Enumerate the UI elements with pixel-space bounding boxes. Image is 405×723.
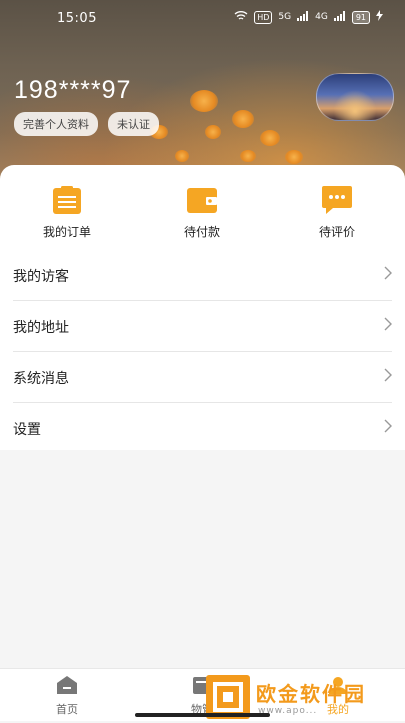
- profile-tags: 完善个人资料 未认证: [14, 112, 159, 136]
- complete-profile-tag[interactable]: 完善个人资料: [14, 112, 98, 136]
- wallet-icon: [187, 188, 217, 213]
- order-shortcut-unpaid[interactable]: 待付款: [157, 185, 247, 240]
- nav-tab-home[interactable]: 首页: [37, 675, 97, 717]
- verification-tag[interactable]: 未认证: [108, 112, 159, 136]
- home-icon: [57, 676, 77, 694]
- status-bar: 15:05 HD 5G 4G 91: [0, 0, 405, 38]
- home-indicator: [135, 713, 270, 717]
- order-shortcuts: 我的订单 待付款 待评价: [0, 185, 405, 245]
- signal-icon: [297, 10, 309, 24]
- charging-icon: [376, 10, 383, 24]
- status-time: 15:05: [57, 11, 97, 26]
- signal-5g-label: 5G: [278, 12, 292, 22]
- chevron-right-icon: [384, 419, 392, 433]
- menu-item-settings[interactable]: 设置: [13, 403, 392, 453]
- menu-item-label: 设置: [13, 422, 41, 438]
- order-shortcut-review[interactable]: 待评价: [292, 185, 382, 240]
- chevron-right-icon: [384, 266, 392, 280]
- menu-item-address[interactable]: 我的地址: [13, 301, 392, 352]
- nav-tab-label: 首页: [56, 703, 78, 716]
- order-shortcut-label: 我的订单: [42, 225, 91, 239]
- menu-item-label: 系统消息: [13, 371, 69, 387]
- order-shortcut-all[interactable]: 我的订单: [22, 185, 112, 240]
- chevron-right-icon: [384, 368, 392, 382]
- user-phone: 198****97: [14, 76, 132, 104]
- menu-item-visitors[interactable]: 我的访客: [13, 250, 392, 301]
- signal-4g-label: 4G: [315, 12, 328, 22]
- signal-icon-2: [333, 10, 346, 24]
- hd-badge: HD: [254, 10, 273, 24]
- order-list-icon: [53, 186, 81, 214]
- menu-item-messages[interactable]: 系统消息: [13, 352, 392, 403]
- order-shortcut-label: 待评价: [318, 225, 355, 239]
- battery-indicator: 91: [351, 10, 370, 24]
- comment-icon: [322, 186, 352, 214]
- wifi-icon: [234, 10, 248, 24]
- profile-header: 15:05 HD 5G 4G 91 198****97 完善个人资料 未认证: [0, 0, 405, 190]
- avatar[interactable]: [316, 73, 394, 121]
- menu-item-label: 我的访客: [13, 269, 69, 285]
- watermark-text: 欧金软件园: [256, 682, 366, 706]
- chevron-right-icon: [384, 317, 392, 331]
- status-icons: HD 5G 4G 91: [234, 10, 383, 24]
- menu-item-label: 我的地址: [13, 320, 69, 336]
- order-shortcut-label: 待付款: [183, 225, 220, 239]
- settings-menu: 我的访客 我的地址 系统消息 设置: [0, 250, 405, 453]
- main-card: 我的订单 待付款 待评价 我的访客 我的地址 系统消息 设置: [0, 165, 405, 450]
